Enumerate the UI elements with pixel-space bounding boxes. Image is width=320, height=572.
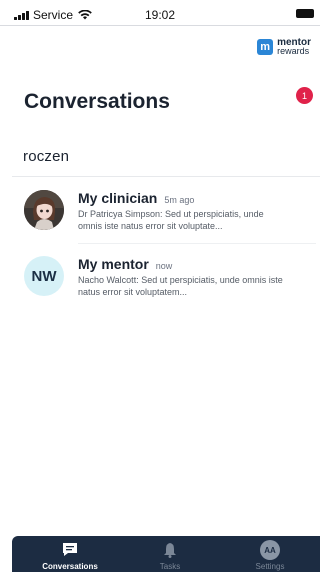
mentor-rewards-logo: m mentor rewards bbox=[257, 38, 311, 56]
avatar-photo-icon bbox=[24, 190, 64, 230]
conversation-time: now bbox=[155, 261, 173, 271]
status-bar: Service 19:02 bbox=[0, 0, 320, 26]
bottom-tab-bar: Conversations Tasks AA Settings bbox=[12, 536, 320, 572]
tab-label: Conversations bbox=[42, 562, 98, 571]
conversation-header: My clinician 5m ago bbox=[78, 190, 194, 206]
conversation-header: My mentor now bbox=[78, 256, 172, 272]
divider bbox=[12, 176, 320, 177]
tab-tasks[interactable]: Tasks bbox=[125, 536, 215, 572]
user-name: roczen bbox=[23, 148, 70, 165]
battery-icon bbox=[296, 9, 314, 18]
bell-icon bbox=[164, 543, 176, 558]
conversation-preview: Nacho Walcott: Sed ut perspiciatis, unde… bbox=[78, 275, 283, 297]
unread-count-badge: 1 bbox=[296, 87, 313, 104]
chat-icon bbox=[63, 543, 77, 556]
conversation-item-my-clinician[interactable]: My clinician 5m ago Dr Patricya Simpson:… bbox=[0, 182, 320, 248]
brand-wordmark: mentor rewards bbox=[277, 38, 311, 56]
brand-mark-icon: m bbox=[257, 39, 274, 55]
conversation-preview: Dr Patricya Simpson: Sed ut perspiciatis… bbox=[78, 209, 264, 231]
tab-settings[interactable]: AA Settings bbox=[225, 536, 315, 572]
profile-initials-icon: AA bbox=[260, 540, 280, 560]
tab-label: Settings bbox=[255, 562, 285, 571]
tab-conversations[interactable]: Conversations bbox=[25, 536, 115, 572]
clinician-avatar bbox=[24, 190, 64, 230]
conversation-item-my-mentor[interactable]: NW My mentor now Nacho Walcott: Sed ut p… bbox=[0, 248, 320, 314]
status-time: 19:02 bbox=[144, 8, 176, 22]
conversation-time: 5m ago bbox=[164, 195, 195, 205]
conversation-title: My clinician bbox=[78, 190, 158, 206]
tab-label: Tasks bbox=[159, 562, 181, 571]
phone-screen: Service 19:02 m mentor rewards Conversat… bbox=[0, 0, 320, 572]
mentor-avatar: NW bbox=[24, 256, 64, 296]
brand-line2: rewards bbox=[277, 46, 310, 56]
page-title: Conversations bbox=[24, 90, 170, 113]
list-divider bbox=[78, 243, 316, 244]
conversation-list: My clinician 5m ago Dr Patricya Simpson:… bbox=[0, 182, 320, 314]
conversation-title: My mentor bbox=[78, 256, 149, 272]
